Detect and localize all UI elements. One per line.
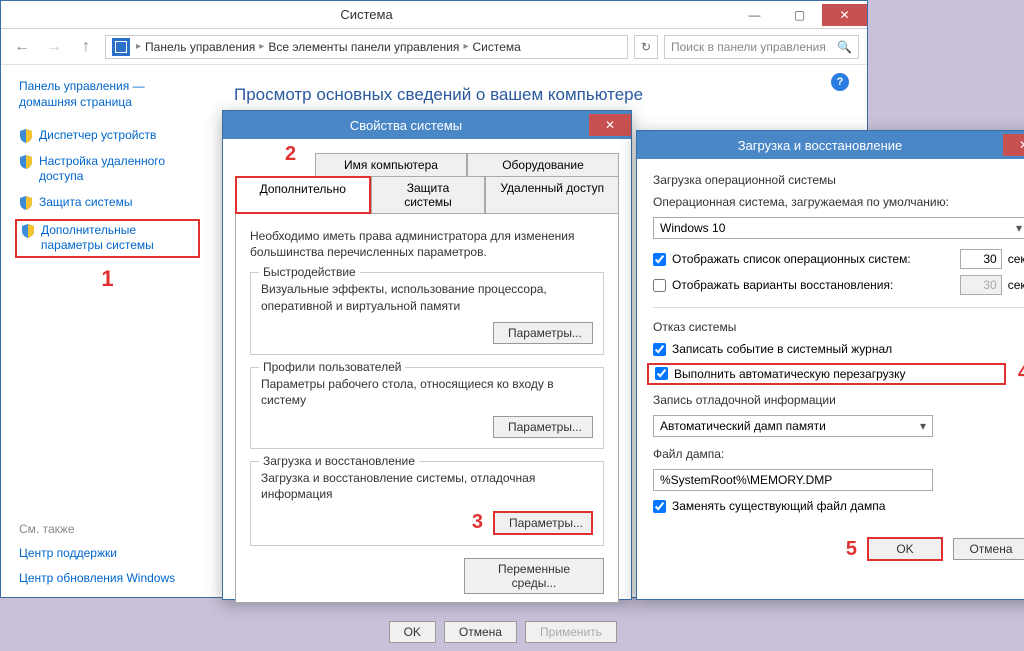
maximize-button[interactable]	[777, 4, 822, 26]
system-properties-dialog: Свойства системы 2 Имя компьютера Оборуд…	[222, 110, 632, 600]
failure-group: Отказ системы Записать событие в системн…	[653, 320, 1024, 513]
sidebar: Панель управления — домашняя страница Ди…	[1, 65, 206, 597]
shield-icon	[19, 129, 33, 143]
show-recovery-checkbox[interactable]: Отображать варианты восстановления:	[653, 278, 893, 292]
tab-system-protection[interactable]: Защита системы	[371, 176, 486, 214]
cancel-button[interactable]: Отмена	[953, 538, 1024, 560]
shield-icon	[19, 196, 33, 210]
page-title: Просмотр основных сведений о вашем компь…	[234, 85, 839, 105]
dialog-titlebar: Загрузка и восстановление	[637, 131, 1024, 159]
tab-body: Необходимо иметь права администратора дл…	[235, 213, 619, 603]
marker-1: 1	[19, 266, 196, 292]
titlebar: Система	[1, 1, 867, 29]
boot-group: Загрузка операционной системы Операционн…	[653, 173, 1024, 295]
breadcrumb[interactable]: ▸ Панель управления▸ Все элементы панели…	[105, 35, 628, 59]
overwrite-dump-checkbox[interactable]: Заменять существующий файл дампа	[653, 499, 885, 513]
ok-button[interactable]: OK	[867, 537, 943, 561]
address-bar: ← → ↑ ▸ Панель управления▸ Все элементы …	[1, 29, 867, 65]
recovery-time-input	[960, 275, 1002, 295]
ok-button[interactable]: OK	[389, 621, 436, 643]
search-icon: 🔍	[837, 40, 852, 54]
help-icon[interactable]: ?	[831, 73, 849, 91]
control-panel-icon	[112, 38, 130, 56]
sidebar-item-remote-settings[interactable]: Настройка удаленного доступа	[19, 154, 196, 185]
back-button[interactable]: ←	[9, 34, 35, 60]
performance-settings-button[interactable]: Параметры...	[493, 322, 593, 344]
refresh-button[interactable]: ↻	[634, 35, 658, 59]
window-title: Система	[1, 7, 732, 22]
tab-remote[interactable]: Удаленный доступ	[485, 176, 619, 214]
cancel-button[interactable]: Отмена	[444, 621, 517, 643]
forward-button[interactable]: →	[41, 34, 67, 60]
sidebar-item-action-center[interactable]: Центр поддержки	[19, 546, 196, 562]
startup-recovery-dialog: Загрузка и восстановление Загрузка опера…	[636, 130, 1024, 600]
marker-2: 2	[285, 143, 296, 166]
sidebar-item-advanced-system[interactable]: Дополнительные параметры системы	[21, 223, 194, 254]
dialog-titlebar: Свойства системы	[223, 111, 631, 139]
debug-info-select[interactable]: Автоматический дамп памяти	[653, 415, 933, 437]
tab-hardware[interactable]: Оборудование	[467, 153, 619, 177]
search-input[interactable]: Поиск в панели управления 🔍	[664, 35, 859, 59]
profiles-settings-button[interactable]: Параметры...	[493, 416, 593, 438]
sidebar-item-device-manager[interactable]: Диспетчер устройств	[19, 128, 196, 144]
dump-file-input[interactable]: %SystemRoot%\MEMORY.DMP	[653, 469, 933, 491]
shield-icon	[19, 155, 33, 169]
marker-5: 5	[846, 538, 857, 561]
startup-recovery-group: Загрузка и восстановление Загрузка и вос…	[250, 461, 604, 545]
minimize-button[interactable]	[732, 4, 777, 26]
environment-variables-button[interactable]: Переменные среды...	[464, 558, 604, 594]
apply-button[interactable]: Применить	[525, 621, 617, 643]
close-button[interactable]	[1003, 134, 1024, 156]
os-list-time-input[interactable]	[960, 249, 1002, 269]
dialog-footer: OK Отмена Применить	[223, 613, 631, 651]
tab-advanced[interactable]: Дополнительно	[235, 176, 371, 214]
see-also-label: См. также	[19, 522, 196, 536]
sidebar-header[interactable]: Панель управления — домашняя страница	[19, 79, 196, 110]
marker-4: 4	[1018, 362, 1024, 385]
auto-restart-checkbox[interactable]: Выполнить автоматическую перезагрузку	[655, 367, 998, 381]
performance-group: Быстродействие Визуальные эффекты, испол…	[250, 272, 604, 354]
marker-3: 3	[472, 511, 483, 534]
write-event-checkbox[interactable]: Записать событие в системный журнал	[653, 342, 892, 356]
profiles-group: Профили пользователей Параметры рабочего…	[250, 367, 604, 449]
close-button[interactable]	[822, 4, 867, 26]
show-os-list-checkbox[interactable]: Отображать список операционных систем:	[653, 252, 911, 266]
sidebar-item-system-protection[interactable]: Защита системы	[19, 195, 196, 211]
default-os-select[interactable]: Windows 10	[653, 217, 1024, 239]
up-button[interactable]: ↑	[73, 34, 99, 60]
shield-icon	[21, 224, 35, 238]
admin-note: Необходимо иметь права администратора дл…	[250, 228, 604, 260]
sidebar-item-windows-update[interactable]: Центр обновления Windows	[19, 571, 196, 587]
startup-recovery-settings-button[interactable]: Параметры...	[493, 511, 593, 535]
tab-computer-name[interactable]: Имя компьютера	[315, 153, 467, 177]
close-button[interactable]	[589, 114, 631, 136]
